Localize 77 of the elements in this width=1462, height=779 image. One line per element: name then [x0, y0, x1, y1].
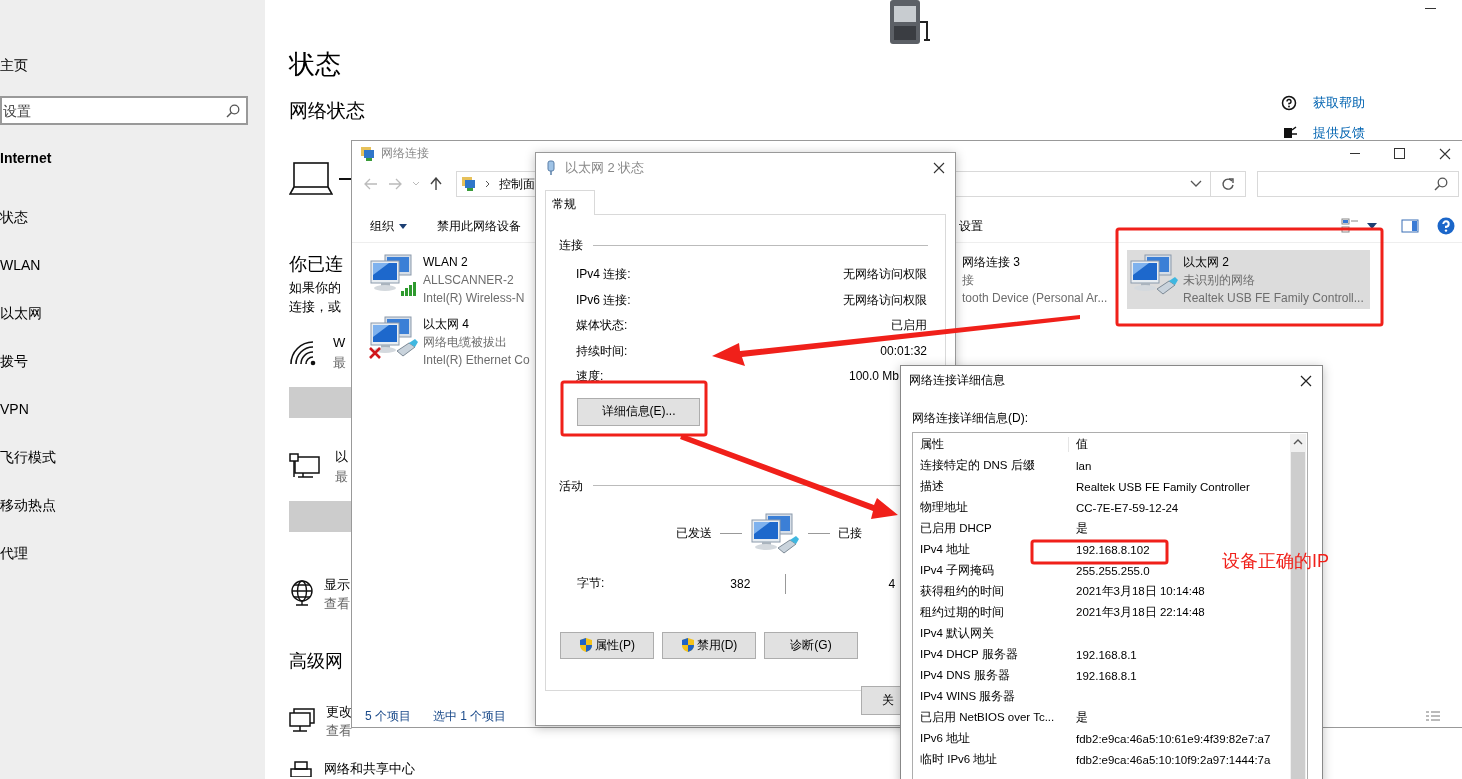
bytes-received: 4 — [888, 576, 896, 591]
property-cell-text: IPv4 DHCP 服务器 — [919, 647, 1019, 662]
group-heading: 活动 — [559, 477, 583, 495]
property-cell-text: 已启用 DHCP — [919, 521, 993, 536]
adapter-device: Intel(R) Wireless-N — [423, 290, 525, 307]
option-detail: 查看 — [324, 595, 350, 613]
received-label: 已接 — [838, 525, 862, 542]
property-cell-text: 租约过期的时间 — [919, 605, 1005, 620]
status-text: 选中 1 个项目 — [433, 707, 507, 725]
field-value: 已启用 — [891, 317, 927, 334]
adapter-device: Intel(R) Ethernet Co — [423, 352, 530, 369]
property-cell-text: IPv4 DNS 服务器 — [919, 668, 1011, 683]
value-cell-text: fdb2:e9ca:46a5:10:10f9:2a97:1444:7a — [1075, 753, 1271, 766]
adapter-name: 网络连接 3 — [962, 254, 1021, 271]
connected-heading: 你已连 — [289, 253, 343, 276]
adapter-name: 以太网 4 — [423, 316, 470, 333]
field-label: IPv6 连接: — [576, 291, 631, 309]
page-title: 状态 — [289, 48, 341, 81]
property-cell-text: 描述 — [919, 479, 945, 494]
dialog-title: 以太网 2 状态 — [565, 159, 645, 177]
connection-detail: 最 — [335, 468, 348, 486]
window-title: 网络连接 — [381, 145, 429, 162]
advanced-heading: 高级网 — [289, 650, 343, 673]
field-label: IPv4 连接: — [576, 266, 631, 283]
field-value: 00:01:32 — [880, 342, 927, 360]
description-text: 如果你的 — [289, 279, 341, 297]
property-cell-text: 连接特定的 DNS 后缀 — [919, 458, 1036, 473]
value-cell-text: 192.168.8.102 — [1075, 543, 1150, 556]
adapter-status: 接 — [962, 272, 975, 289]
adapter-device: Realtek USB FE Family Controll... — [1183, 290, 1364, 307]
adapter-status: ALLSCANNER-2 — [423, 272, 515, 289]
value-cell-text: CC-7E-E7-59-12-24 — [1075, 501, 1179, 514]
field-label: 速度: — [576, 368, 604, 385]
connection-name: 以 — [335, 448, 348, 466]
group-heading: 连接 — [559, 237, 583, 254]
property-cell-text: IPv6 地址 — [919, 731, 972, 746]
value-cell-text: 是 — [1075, 521, 1088, 536]
section-heading: Internet — [0, 149, 53, 168]
property-cell-text: 已启用 NetBIOS over Tc... — [919, 710, 1056, 725]
field-value: 100.0 Mb — [848, 368, 899, 385]
field-label: 持续时间: — [576, 342, 628, 360]
adapter-device: tooth Device (Personal Ar... — [962, 290, 1108, 307]
value-cell-text: 255.255.255.0 — [1075, 564, 1150, 577]
value-cell-text: 192.168.8.1 — [1075, 669, 1137, 682]
bytes-sent: 382 — [730, 576, 751, 591]
description-text: 连接，或 — [289, 298, 341, 316]
value-cell-text: 192.168.8.1 — [1075, 648, 1137, 661]
value-cell-text: Realtek USB FE Family Controller — [1075, 480, 1250, 493]
adapter-status: 网络电缆被拔出 — [423, 334, 508, 351]
property-cell-text: IPv4 地址 — [919, 542, 972, 557]
value-cell-text: 2021年3月18日 22:14:48 — [1075, 605, 1205, 620]
property-cell-text: IPv4 默认网关 — [919, 626, 996, 641]
section-title: 网络状态 — [289, 99, 365, 123]
value-cell-text: lan — [1075, 459, 1092, 472]
field-value: 无网络访问权限 — [843, 291, 927, 309]
list-label: 网络连接详细信息(D): — [912, 410, 1029, 427]
adapter-name: WLAN 2 — [423, 254, 469, 271]
option-detail: 查看 — [326, 722, 352, 740]
value-cell-text: fdb2:e9ca:46a5:10:61e9:4f39:82e7:a7 — [1075, 732, 1271, 745]
sent-label: 已发送 — [676, 525, 712, 542]
connection-detail: 最 — [333, 354, 346, 372]
connection-name: W — [333, 334, 346, 352]
field-value: 无网络访问权限 — [843, 266, 927, 283]
bytes-label: 字节: — [577, 575, 605, 592]
status-text: 5 个项目 — [365, 707, 411, 725]
property-cell-text: 获得租约的时间 — [919, 584, 1005, 599]
annotation-text: 设备正确的IP — [1222, 550, 1329, 573]
adapter-status: 未识别的网络 — [1183, 272, 1256, 289]
adapter-name: 以太网 2 — [1183, 254, 1230, 271]
property-cell-text: 临时 IPv6 地址 — [919, 752, 999, 767]
property-cell-text: 物理地址 — [919, 500, 969, 515]
value-cell-text: 2021年3月18日 10:14:48 — [1075, 584, 1205, 599]
value-cell-text: 是 — [1075, 710, 1088, 725]
field-label: 媒体状态: — [576, 317, 628, 334]
property-cell-text: IPv4 WINS 服务器 — [919, 689, 1017, 704]
property-cell-text: IPv4 子网掩码 — [919, 563, 996, 578]
dialog-title: 网络连接详细信息 — [909, 372, 1005, 389]
